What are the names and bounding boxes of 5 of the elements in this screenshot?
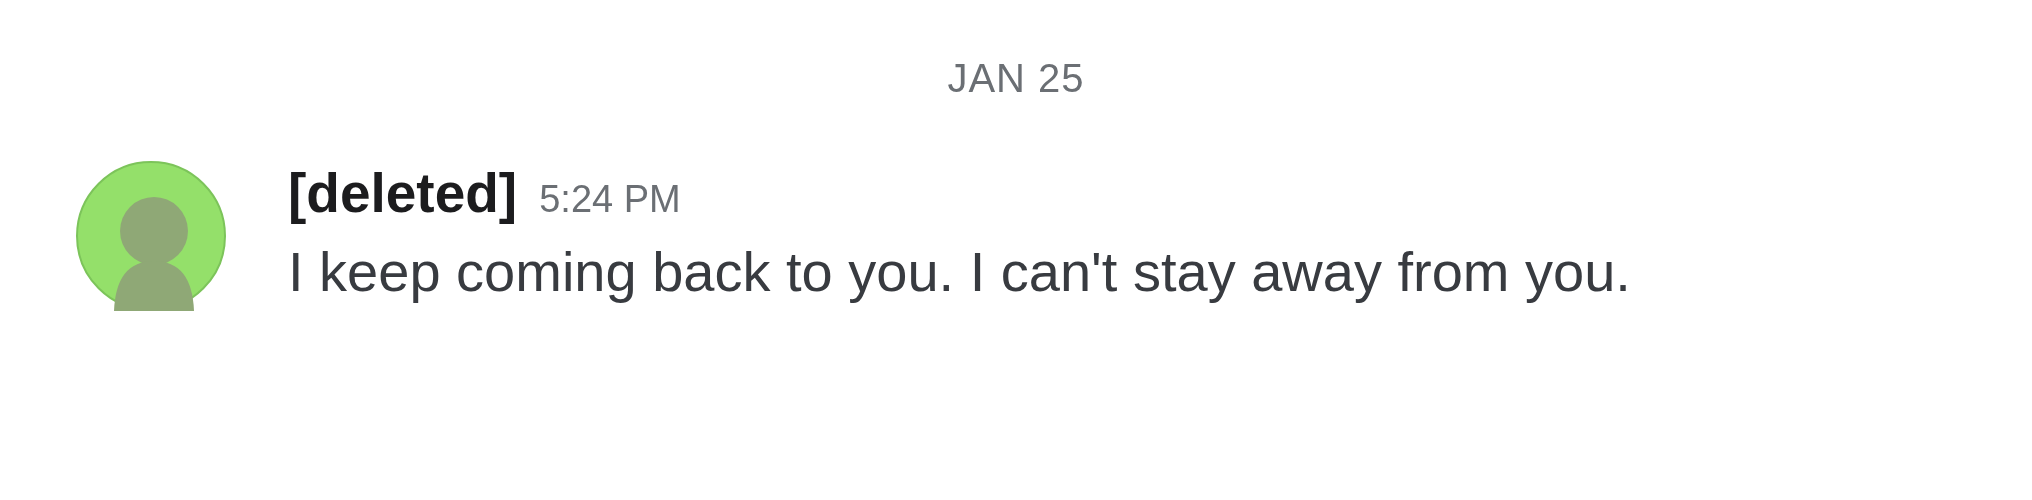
avatar-icon [76,161,226,311]
date-divider: JAN 25 [947,56,1085,101]
message-time: 5:24 PM [539,178,681,221]
author-name: [deleted] [288,161,518,225]
message-text: I keep coming back to you. I can't stay away from you. [288,239,1632,305]
